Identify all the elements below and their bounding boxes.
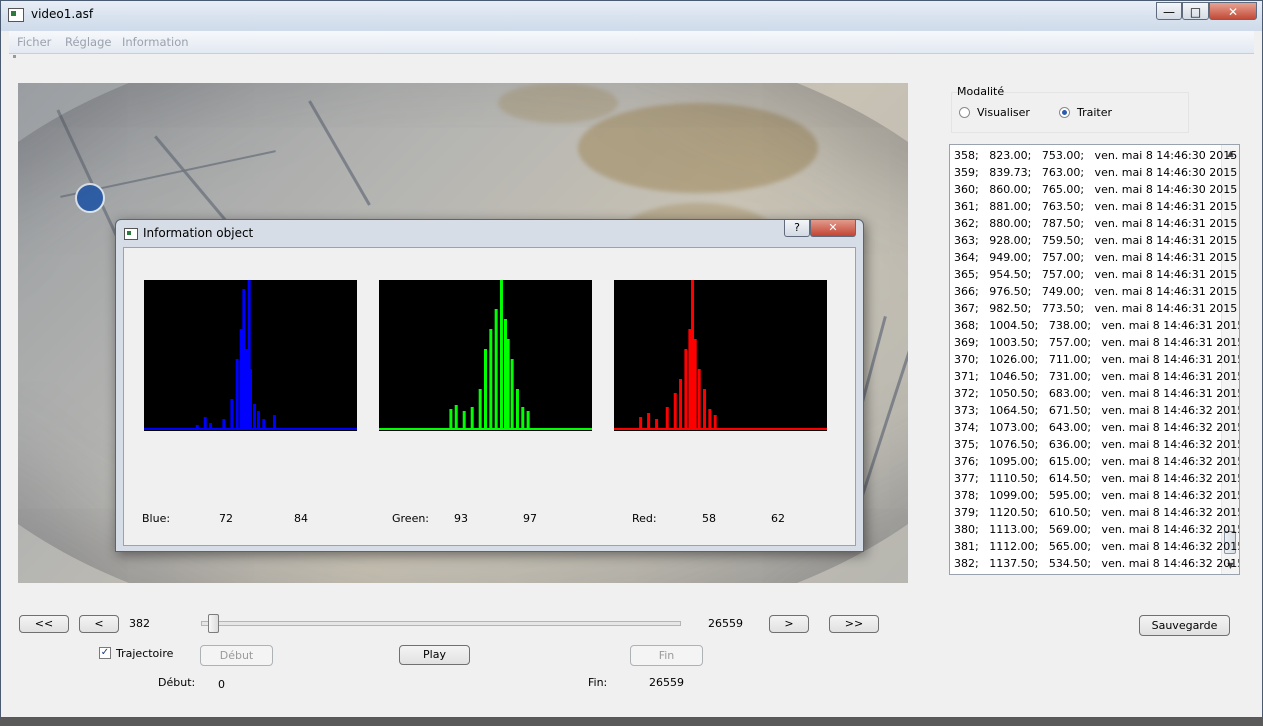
list-item[interactable]: 380; 1113.00; 569.00; ven. mai 8 14:46:3… <box>954 521 1239 538</box>
current-frame: 382 <box>129 617 150 630</box>
modalite-group: Modalité Visualiser Traiter <box>951 85 1189 133</box>
list-item[interactable]: 373; 1064.50; 671.50; ven. mai 8 14:46:3… <box>954 402 1239 419</box>
red-label: Red: <box>632 512 657 525</box>
green-label: Green: <box>392 512 430 525</box>
list-item[interactable]: 376; 1095.00; 615.00; ven. mai 8 14:46:3… <box>954 453 1239 470</box>
list-item[interactable]: 375; 1076.50; 636.00; ven. mai 8 14:46:3… <box>954 436 1239 453</box>
list-item[interactable]: 368; 1004.50; 738.00; ven. mai 8 14:46:3… <box>954 317 1239 334</box>
red-low-value: 58 <box>702 512 716 525</box>
list-item[interactable]: 378; 1099.00; 595.00; ven. mai 8 14:46:3… <box>954 487 1239 504</box>
list-item[interactable]: 358; 823.00; 753.00; ven. mai 8 14:46:30… <box>954 147 1237 164</box>
trajectoire-label: Trajectoire <box>116 647 174 660</box>
list-item[interactable]: 381; 1112.00; 565.00; ven. mai 8 14:46:3… <box>954 538 1239 555</box>
maximize-button[interactable]: □ <box>1182 2 1209 20</box>
list-item[interactable]: 382; 1137.50; 534.50; ven. mai 8 14:46:3… <box>954 555 1239 572</box>
list-item[interactable]: 361; 881.00; 763.50; ven. mai 8 14:46:31… <box>954 198 1237 215</box>
window-title: video1.asf <box>31 7 94 21</box>
list-item[interactable]: 363; 928.00; 759.50; ven. mai 8 14:46:31… <box>954 232 1237 249</box>
list-item[interactable]: 371; 1046.50; 731.00; ven. mai 8 14:46:3… <box>954 368 1239 385</box>
trajectory-list[interactable]: ▲ ▼ 358; 823.00; 753.00; ven. mai 8 14:4… <box>949 144 1240 575</box>
trajectoire-checkbox[interactable]: ✓ <box>99 647 111 659</box>
toolbar-grip <box>13 55 16 58</box>
debut-label: Début: <box>158 676 196 689</box>
menu-reglage[interactable]: Réglage <box>65 35 111 49</box>
list-item[interactable]: 370; 1026.00; 711.00; ven. mai 8 14:46:3… <box>954 351 1239 368</box>
list-item[interactable]: 372; 1050.50; 683.00; ven. mai 8 14:46:3… <box>954 385 1239 402</box>
fin-label: Fin: <box>588 676 608 689</box>
modalite-label: Modalité <box>957 85 1005 98</box>
title-bar[interactable]: video1.asf — □ ✕ <box>1 1 1262 31</box>
radio-traiter-label: Traiter <box>1077 106 1113 119</box>
debut-button[interactable]: Début <box>200 645 273 666</box>
help-button[interactable]: ? <box>784 220 810 237</box>
fin-button[interactable]: Fin <box>630 645 703 666</box>
green-high-value: 97 <box>523 512 537 525</box>
radio-visualiser-label: Visualiser <box>977 106 1030 119</box>
radio-visualiser[interactable] <box>959 107 970 118</box>
fin-value: 26559 <box>649 676 684 689</box>
slider-handle[interactable] <box>207 614 219 633</box>
blue-histogram-plot <box>144 280 357 430</box>
radio-traiter[interactable] <box>1059 107 1070 118</box>
green-histogram-plot <box>379 280 592 430</box>
blue-histogram <box>144 280 357 431</box>
list-item[interactable]: 366; 976.50; 749.00; ven. mai 8 14:46:31… <box>954 283 1237 300</box>
dialog-close-button[interactable]: ✕ <box>810 220 856 237</box>
list-item[interactable]: 377; 1110.50; 614.50; ven. mai 8 14:46:3… <box>954 470 1239 487</box>
play-button[interactable]: Play <box>399 645 470 665</box>
blue-low-value: 72 <box>219 512 233 525</box>
list-item[interactable]: 374; 1073.00; 643.00; ven. mai 8 14:46:3… <box>954 419 1239 436</box>
menu-ficher[interactable]: Ficher <box>17 35 51 49</box>
green-histogram <box>379 280 592 431</box>
list-item[interactable]: 365; 954.50; 757.00; ven. mai 8 14:46:31… <box>954 266 1237 283</box>
red-histogram-plot <box>614 280 827 430</box>
dialog-title-bar[interactable]: Information object ? ✕ <box>116 220 863 246</box>
blue-label: Blue: <box>142 512 171 525</box>
prev-button[interactable]: < <box>79 615 119 633</box>
next-button[interactable]: > <box>769 615 809 633</box>
dialog-app-icon <box>124 228 138 240</box>
list-item[interactable]: 360; 860.00; 765.00; ven. mai 8 14:46:30… <box>954 181 1237 198</box>
save-button[interactable]: Sauvegarde <box>1139 615 1230 636</box>
list-item[interactable]: 362; 880.00; 787.50; ven. mai 8 14:46:31… <box>954 215 1237 232</box>
debut-value: 0 <box>218 678 225 691</box>
blue-high-value: 84 <box>294 512 308 525</box>
frame-slider[interactable] <box>201 621 681 626</box>
list-item[interactable]: 364; 949.00; 757.00; ven. mai 8 14:46:31… <box>954 249 1237 266</box>
menu-bar: Ficher Réglage Information <box>9 31 1254 54</box>
green-low-value: 93 <box>454 512 468 525</box>
red-histogram <box>614 280 827 431</box>
rewind-button[interactable]: << <box>19 615 69 633</box>
main-window: video1.asf — □ ✕ Ficher Réglage Informat… <box>0 0 1263 718</box>
list-item[interactable]: 367; 982.50; 773.50; ven. mai 8 14:46:31… <box>954 300 1237 317</box>
app-icon <box>8 8 24 22</box>
total-frames: 26559 <box>708 617 743 630</box>
dialog-title: Information object <box>143 226 254 240</box>
close-button[interactable]: ✕ <box>1209 2 1257 20</box>
dialog-body: Blue: 72 84 Green: 93 97 Red: 58 62 <box>123 247 856 546</box>
list-item[interactable]: 369; 1003.50; 757.00; ven. mai 8 14:46:3… <box>954 334 1239 351</box>
list-item[interactable]: 379; 1120.50; 610.50; ven. mai 8 14:46:3… <box>954 504 1239 521</box>
forward-button[interactable]: >> <box>829 615 879 633</box>
red-high-value: 62 <box>771 512 785 525</box>
minimize-button[interactable]: — <box>1156 2 1182 20</box>
information-object-dialog: Information object ? ✕ Blue: 72 84 Green… <box>115 219 864 552</box>
menu-information[interactable]: Information <box>122 35 189 49</box>
list-item[interactable]: 359; 839.73; 763.00; ven. mai 8 14:46:30… <box>954 164 1237 181</box>
